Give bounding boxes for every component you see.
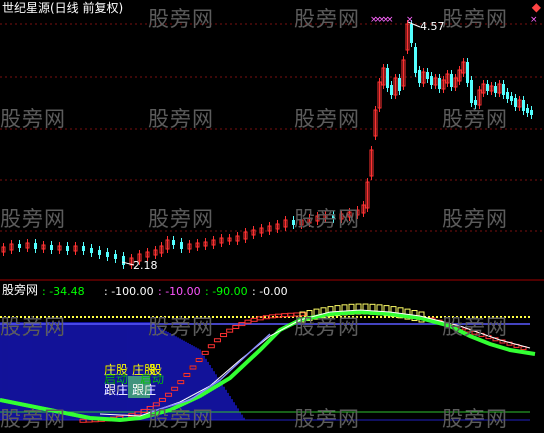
readout-3: : -90.00: [205, 285, 248, 298]
watermark: 股旁网: [442, 107, 508, 131]
trend-block: [281, 313, 289, 318]
watermark: 股旁网: [0, 107, 66, 131]
trend-block: [220, 333, 228, 338]
watermark: 股旁网: [0, 207, 66, 231]
high-price-label: 4.57: [420, 20, 445, 33]
candle-body: [510, 96, 513, 101]
watermark: 股旁网: [148, 107, 214, 131]
trend-block: [177, 380, 185, 385]
trend-block: [195, 358, 203, 363]
trend-block: [275, 313, 283, 318]
readout-1: : -100.00: [104, 285, 154, 298]
candle-body: [172, 240, 175, 245]
signal-tag: 跟庄: [104, 383, 129, 397]
watermark: 股旁网: [0, 407, 66, 431]
candle-body: [526, 108, 529, 113]
watermark: 股旁网: [0, 315, 66, 339]
watermark: 股旁网: [294, 407, 360, 431]
candle-body: [418, 70, 421, 83]
candle-body: [502, 84, 505, 95]
candle-body: [494, 86, 497, 93]
watermark: 股旁网: [442, 315, 508, 339]
candle-body: [530, 110, 533, 115]
watermark: 股旁网: [148, 7, 214, 31]
candle-body: [180, 242, 183, 249]
trend-block: [183, 372, 191, 377]
candle-body: [506, 92, 509, 99]
candle-body: [114, 254, 117, 259]
candle-body: [386, 68, 389, 88]
marker-glyph: ×: [530, 15, 538, 25]
trend-block: [226, 328, 234, 333]
watermark: 股旁网: [294, 207, 360, 231]
candle-body: [414, 47, 417, 73]
watermark: 股旁网: [442, 207, 508, 231]
trend-block: [189, 365, 197, 370]
watermark: 股旁网: [294, 315, 360, 339]
candle-body: [18, 244, 21, 248]
trend-block: [213, 338, 221, 343]
candle-body: [426, 72, 429, 79]
candle-body: [486, 84, 489, 91]
candle-body: [398, 78, 401, 91]
candle-body: [34, 243, 37, 249]
watermark: 股旁网: [148, 315, 214, 339]
trend-block: [250, 317, 258, 322]
marker-glyph: ×: [386, 15, 394, 25]
candle-body: [430, 76, 433, 85]
candle-body: [90, 248, 93, 253]
watermark: 股旁网: [442, 7, 508, 31]
signal-tag: 跟庄: [132, 383, 157, 397]
diamond-icon[interactable]: ◆: [532, 1, 541, 13]
trend-block: [79, 418, 87, 423]
readout-4: : -0.00: [252, 285, 288, 298]
candle-body: [50, 245, 53, 250]
watermark: 股旁网: [294, 107, 360, 131]
candle-body: [106, 252, 109, 257]
candle-body: [522, 100, 525, 111]
indicator-name: 股旁网: [2, 283, 39, 297]
trend-block: [201, 350, 209, 355]
marker-glyph: ×: [406, 15, 414, 25]
trend-block: [207, 344, 215, 349]
candle-body: [98, 250, 101, 255]
watermark: 股旁网: [294, 7, 360, 31]
chart-title: 世纪星源(日线 前复权): [2, 1, 124, 15]
candle-body: [514, 98, 517, 107]
trend-block: [232, 325, 240, 330]
watermark: 股旁网: [442, 407, 508, 431]
readout-0: : -34.48: [42, 285, 85, 298]
readout-2: : -10.00: [158, 285, 201, 298]
candle-body: [438, 78, 441, 89]
watermark: 股旁网: [148, 207, 214, 231]
low-price-label: 2.18: [133, 259, 158, 272]
trend-block: [287, 312, 295, 317]
trend-block: [256, 316, 264, 321]
candle-body: [122, 256, 125, 265]
signal-tag: 股: [150, 363, 163, 377]
candle-body: [66, 246, 69, 251]
candle-body: [82, 246, 85, 251]
candle-body: [390, 85, 393, 95]
candle-body: [410, 24, 413, 43]
candle-body: [470, 80, 473, 103]
candle-body: [466, 62, 469, 83]
watermark: 股旁网: [148, 407, 214, 431]
candle-body: [450, 74, 453, 87]
trend-block: [244, 319, 252, 324]
